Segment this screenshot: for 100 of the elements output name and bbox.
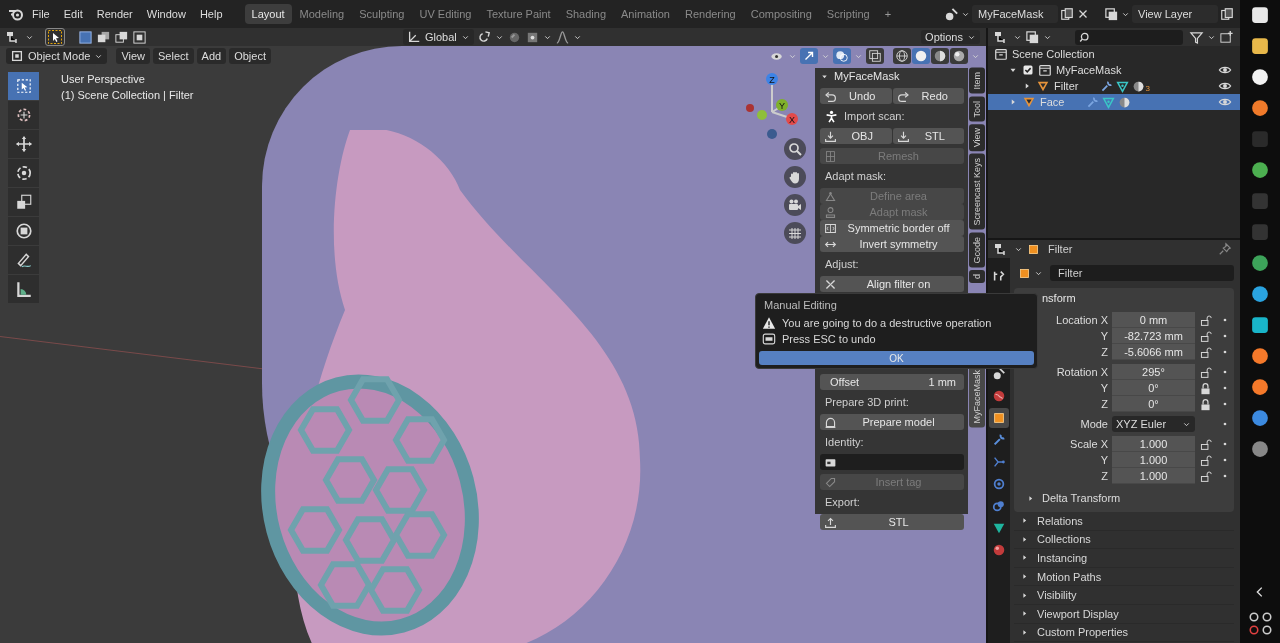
view-layer-field[interactable]: View Layer bbox=[1132, 5, 1218, 23]
sidebar-button[interactable]: Symmetric border off bbox=[820, 220, 964, 236]
lock-icon[interactable] bbox=[1199, 329, 1212, 343]
number-field[interactable]: 1.000 bbox=[1112, 468, 1195, 484]
app-icon[interactable] bbox=[1251, 285, 1269, 303]
menu-item[interactable]: Render bbox=[90, 5, 139, 23]
lock-icon[interactable] bbox=[1199, 345, 1212, 359]
orientation-dropdown[interactable]: Global bbox=[403, 29, 474, 45]
panel-header[interactable]: Relations bbox=[1014, 512, 1234, 531]
add-workspace-tab[interactable]: + bbox=[877, 4, 899, 24]
xray-toggle-icon[interactable] bbox=[868, 49, 882, 63]
number-field[interactable]: -82.723 mm bbox=[1112, 328, 1195, 344]
sidebar-button[interactable]: STL bbox=[892, 128, 964, 144]
mesh-icon[interactable] bbox=[1116, 79, 1130, 93]
scene-name-field[interactable]: MyFaceMask bbox=[972, 5, 1058, 23]
app-icon[interactable] bbox=[1251, 254, 1269, 272]
object-icon[interactable] bbox=[1018, 266, 1031, 280]
menu-item[interactable]: View bbox=[116, 48, 151, 64]
number-field[interactable]: 0° bbox=[1112, 380, 1195, 396]
outliner-item[interactable]: Filter 3 bbox=[988, 78, 1240, 94]
lock-icon[interactable] bbox=[1199, 437, 1212, 451]
rendered-shading-icon[interactable] bbox=[952, 49, 966, 63]
lock-icon[interactable] bbox=[1199, 365, 1212, 379]
workspace-tab[interactable]: Sculpting bbox=[352, 4, 412, 24]
wrench-icon[interactable] bbox=[1100, 79, 1114, 93]
sidebar-button[interactable]: Prepare model bbox=[820, 414, 964, 430]
number-field[interactable]: 1.000 bbox=[1112, 452, 1195, 468]
app-icon[interactable] bbox=[1251, 68, 1269, 86]
disclosure-triangle-icon[interactable] bbox=[1020, 553, 1029, 563]
workspace-tab[interactable]: UV Editing bbox=[412, 4, 479, 24]
offset-field[interactable]: Offset 1 mm bbox=[820, 374, 964, 390]
lock-icon[interactable] bbox=[1199, 313, 1212, 327]
disclosure-triangle-icon[interactable] bbox=[1020, 590, 1029, 600]
outliner-item[interactable]: Scene Collection bbox=[988, 46, 1240, 62]
panel-header[interactable]: Motion Paths bbox=[1014, 567, 1234, 587]
new-selection-icon[interactable] bbox=[78, 29, 93, 45]
grid-icon[interactable] bbox=[787, 225, 803, 241]
sidebar-button[interactable]: Redo bbox=[892, 88, 964, 104]
workspace-tab[interactable]: Scripting bbox=[819, 4, 877, 24]
disclosure-triangle-icon[interactable] bbox=[1020, 609, 1029, 619]
number-field[interactable]: 0° bbox=[1112, 396, 1195, 412]
workspace-tab[interactable]: Texture Paint bbox=[479, 4, 558, 24]
disclosure-triangle-icon[interactable] bbox=[1026, 493, 1035, 503]
panel-header[interactable]: Visibility bbox=[1014, 586, 1234, 605]
zoom-icon[interactable] bbox=[787, 141, 803, 157]
sidebar-button[interactable]: Undo bbox=[820, 88, 892, 104]
subtract-selection-icon[interactable] bbox=[114, 29, 129, 45]
app-icon[interactable] bbox=[1251, 99, 1269, 117]
tool-button[interactable] bbox=[8, 159, 39, 187]
text-input-field[interactable] bbox=[820, 454, 964, 470]
new-collection-icon[interactable] bbox=[1219, 29, 1234, 45]
sidebar-tab[interactable]: MyFaceMask bbox=[969, 366, 985, 428]
pin-icon[interactable] bbox=[1218, 242, 1232, 256]
mode-dropdown[interactable]: Object Mode bbox=[6, 48, 108, 64]
app-icon[interactable] bbox=[1251, 37, 1269, 55]
sidebar-button[interactable]: OBJ bbox=[820, 128, 892, 144]
workspace-tab[interactable]: Compositing bbox=[743, 4, 819, 24]
app-icon[interactable] bbox=[1251, 161, 1269, 179]
app-icon[interactable] bbox=[1251, 378, 1269, 396]
view-layer-icon[interactable] bbox=[1104, 6, 1119, 22]
camera-icon[interactable] bbox=[787, 197, 803, 213]
menu-item[interactable]: Add bbox=[196, 48, 227, 64]
material-icon[interactable] bbox=[1132, 79, 1146, 93]
tool-button[interactable] bbox=[8, 188, 39, 216]
intersect-selection-icon[interactable] bbox=[132, 29, 147, 45]
workspace-tab[interactable]: Layout bbox=[244, 4, 292, 24]
lock-icon[interactable] bbox=[1199, 397, 1212, 411]
tool-button[interactable] bbox=[8, 130, 39, 158]
material-shading-icon[interactable] bbox=[933, 49, 947, 63]
tray-icon[interactable] bbox=[1261, 612, 1272, 622]
sidebar-tab[interactable]: Item bbox=[969, 68, 985, 94]
overlay-toggle-icon[interactable] bbox=[835, 49, 849, 63]
panel-header[interactable]: Collections bbox=[1014, 530, 1234, 550]
disclosure-triangle-icon[interactable] bbox=[1020, 572, 1029, 582]
number-field[interactable]: 0 mm bbox=[1112, 312, 1195, 328]
tray-icon[interactable] bbox=[1261, 625, 1272, 635]
panel-header[interactable]: Custom Properties bbox=[1014, 623, 1234, 643]
extend-selection-icon[interactable] bbox=[96, 29, 111, 45]
menu-item[interactable]: Help bbox=[193, 5, 229, 23]
outliner-item[interactable]: MyFaceMask bbox=[988, 62, 1240, 78]
copy-icon[interactable] bbox=[1220, 7, 1234, 21]
sidebar-tab[interactable]: d bbox=[969, 270, 985, 284]
workspace-tab[interactable]: Rendering bbox=[677, 4, 743, 24]
sidebar-button[interactable]: Align filter on bbox=[820, 276, 964, 292]
disclosure-triangle-icon[interactable] bbox=[1020, 627, 1029, 637]
select-box-icon[interactable] bbox=[47, 29, 63, 45]
options-dropdown[interactable]: Options bbox=[921, 30, 980, 44]
workspace-tab[interactable]: Animation bbox=[614, 4, 677, 24]
menu-item[interactable]: Window bbox=[140, 5, 192, 23]
lock-icon[interactable] bbox=[1199, 469, 1212, 483]
number-field[interactable]: 295° bbox=[1112, 364, 1195, 380]
name-field[interactable]: Filter bbox=[1050, 265, 1234, 281]
pivot-icon[interactable] bbox=[476, 29, 492, 45]
menu-item[interactable]: Select bbox=[153, 48, 194, 64]
panel-header[interactable]: Delta Transform bbox=[1014, 488, 1234, 508]
app-icon[interactable] bbox=[1251, 6, 1269, 24]
sidebar-tab[interactable]: View bbox=[969, 124, 985, 152]
copy-icon[interactable] bbox=[1060, 7, 1074, 21]
sidebar-button[interactable]: STL bbox=[820, 514, 964, 530]
navigation-gizmo[interactable]: Z Y X bbox=[742, 72, 802, 142]
